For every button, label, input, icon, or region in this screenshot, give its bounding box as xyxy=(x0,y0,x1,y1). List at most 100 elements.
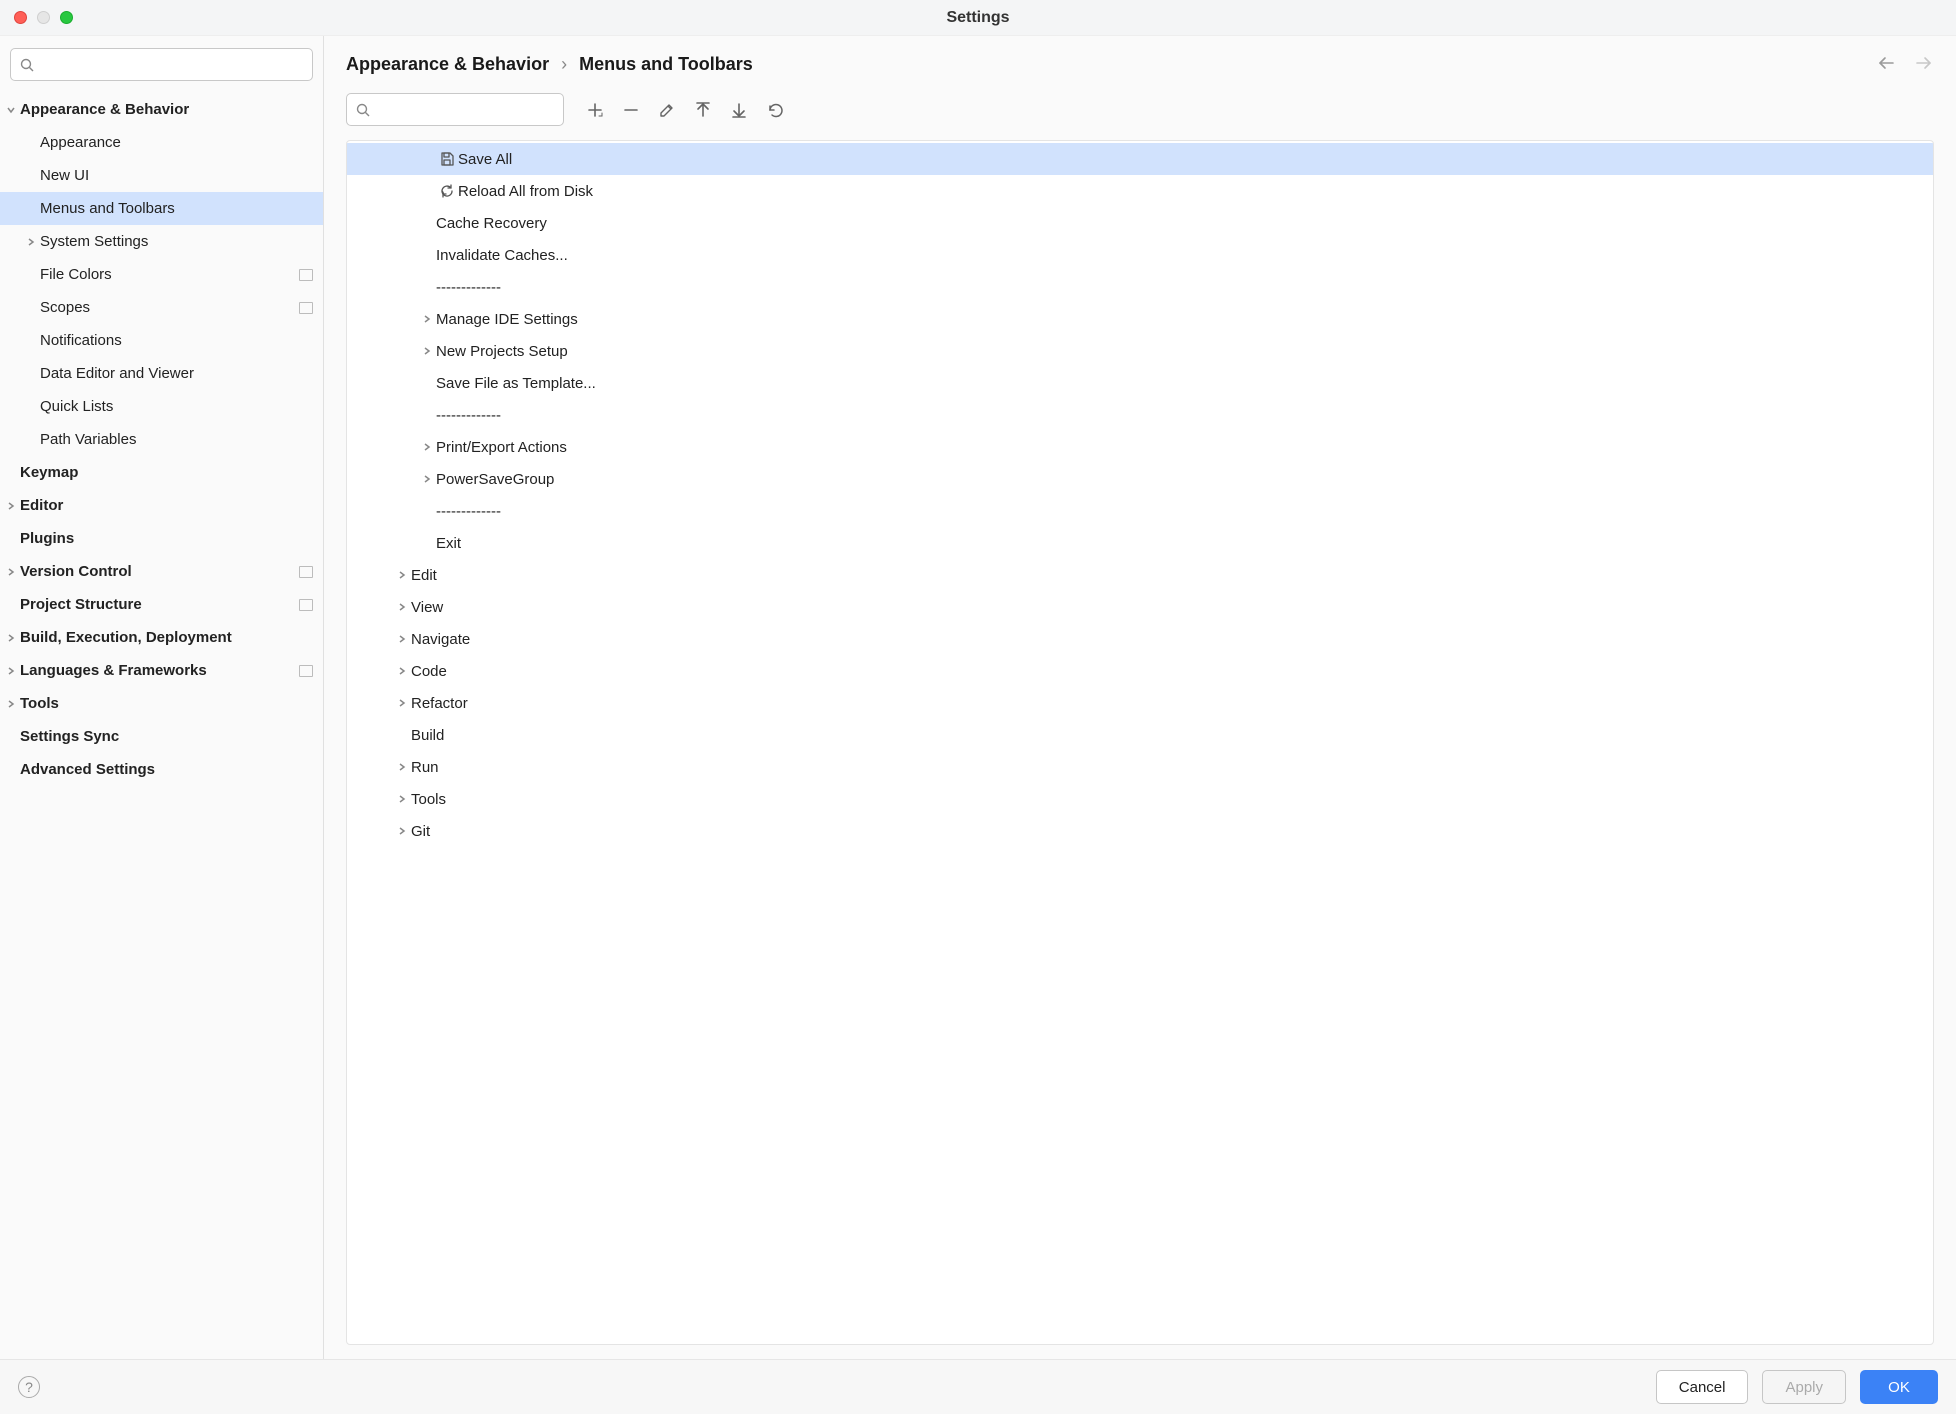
tree-row[interactable]: Invalidate Caches... xyxy=(347,239,1933,271)
tree-row-label: Refactor xyxy=(411,695,468,712)
save-icon xyxy=(436,151,458,167)
nav-forward-button[interactable] xyxy=(1914,55,1934,75)
window-close-button[interactable] xyxy=(14,11,27,24)
nav-item-label: Editor xyxy=(20,497,313,514)
search-icon xyxy=(19,57,35,73)
revert-button[interactable] xyxy=(764,99,786,121)
tree-row[interactable]: Manage IDE Settings xyxy=(347,303,1933,335)
nav-item[interactable]: Settings Sync xyxy=(0,720,323,753)
nav-item[interactable]: Data Editor and Viewer xyxy=(0,357,323,390)
nav-item[interactable]: Notifications xyxy=(0,324,323,357)
window-minimize-button[interactable] xyxy=(37,11,50,24)
undo-icon xyxy=(766,101,784,119)
tree-row[interactable]: ------------- xyxy=(347,399,1933,431)
add-button[interactable] xyxy=(584,99,606,121)
chevron-icon xyxy=(393,762,411,772)
tree-row[interactable]: Edit xyxy=(347,559,1933,591)
tree-row-label: Edit xyxy=(411,567,437,584)
nav-item[interactable]: Appearance xyxy=(0,126,323,159)
tree-row-label: Print/Export Actions xyxy=(436,439,567,456)
titlebar: Settings xyxy=(0,0,1956,36)
move-down-button[interactable] xyxy=(728,99,750,121)
nav-item[interactable]: Project Structure xyxy=(0,588,323,621)
project-scope-icon xyxy=(299,302,313,314)
nav-item[interactable]: Editor xyxy=(0,489,323,522)
window-title: Settings xyxy=(946,9,1009,27)
nav-item[interactable]: Path Variables xyxy=(0,423,323,456)
nav-item-label: Menus and Toolbars xyxy=(40,200,313,217)
tree-row[interactable]: View xyxy=(347,591,1933,623)
chevron-icon xyxy=(418,442,436,452)
tree-row-label: Tools xyxy=(411,791,446,808)
tree-search[interactable] xyxy=(346,93,564,126)
tree-row[interactable]: Cache Recovery xyxy=(347,207,1933,239)
breadcrumb-page: Menus and Toolbars xyxy=(579,54,753,75)
tree-row-label: Exit xyxy=(436,535,461,552)
tree-row[interactable]: ------------- xyxy=(347,271,1933,303)
nav-item-label: New UI xyxy=(40,167,313,184)
nav-item[interactable]: Build, Execution, Deployment xyxy=(0,621,323,654)
tree-row-label: Manage IDE Settings xyxy=(436,311,578,328)
tree-row-label: Build xyxy=(411,727,444,744)
arrow-left-icon xyxy=(1876,55,1896,71)
nav-item[interactable]: File Colors xyxy=(0,258,323,291)
tree-separator: ------------- xyxy=(436,503,501,520)
nav-item[interactable]: New UI xyxy=(0,159,323,192)
tree-row-label: Save All xyxy=(458,151,512,168)
nav-item[interactable]: System Settings xyxy=(0,225,323,258)
chevron-icon xyxy=(2,633,20,643)
tree-row[interactable]: New Projects Setup xyxy=(347,335,1933,367)
cancel-button[interactable]: Cancel xyxy=(1656,1370,1749,1404)
help-button[interactable]: ? xyxy=(18,1376,40,1398)
nav-item-label: Appearance & Behavior xyxy=(20,101,313,118)
nav-item[interactable]: Tools xyxy=(0,687,323,720)
nav-item-label: System Settings xyxy=(40,233,313,250)
tree-row[interactable]: Print/Export Actions xyxy=(347,431,1933,463)
nav-item[interactable]: Version Control xyxy=(0,555,323,588)
window-zoom-button[interactable] xyxy=(60,11,73,24)
nav-item[interactable]: Menus and Toolbars xyxy=(0,192,323,225)
tree-row[interactable]: Build xyxy=(347,719,1933,751)
arrow-up-icon xyxy=(694,101,712,119)
tree-row-label: Cache Recovery xyxy=(436,215,547,232)
nav-item-label: Version Control xyxy=(20,563,299,580)
tree-row[interactable]: Exit xyxy=(347,527,1933,559)
nav-item[interactable]: Advanced Settings xyxy=(0,753,323,786)
tree-row[interactable]: Git xyxy=(347,815,1933,847)
tree-row[interactable]: Refactor xyxy=(347,687,1933,719)
tree-row[interactable]: Reload All from Disk xyxy=(347,175,1933,207)
settings-search[interactable] xyxy=(10,48,313,81)
edit-button[interactable] xyxy=(656,99,678,121)
nav-item-label: Data Editor and Viewer xyxy=(40,365,313,382)
move-up-button[interactable] xyxy=(692,99,714,121)
project-scope-icon xyxy=(299,269,313,281)
ok-button[interactable]: OK xyxy=(1860,1370,1938,1404)
nav-item[interactable]: Quick Lists xyxy=(0,390,323,423)
tree-row[interactable]: PowerSaveGroup xyxy=(347,463,1933,495)
nav-item[interactable]: Languages & Frameworks xyxy=(0,654,323,687)
tree-row[interactable]: Save All xyxy=(347,143,1933,175)
nav-back-button[interactable] xyxy=(1876,55,1896,75)
tree-row[interactable]: Navigate xyxy=(347,623,1933,655)
apply-button[interactable]: Apply xyxy=(1762,1370,1846,1404)
remove-button[interactable] xyxy=(620,99,642,121)
tree-search-input[interactable] xyxy=(375,101,574,118)
nav-item-label: Notifications xyxy=(40,332,313,349)
nav-item[interactable]: Plugins xyxy=(0,522,323,555)
menu-tree[interactable]: Save All Reload All from Disk Cache Recove… xyxy=(346,140,1934,1345)
tree-row[interactable]: Tools xyxy=(347,783,1933,815)
nav-item[interactable]: Scopes xyxy=(0,291,323,324)
chevron-icon xyxy=(393,634,411,644)
question-icon: ? xyxy=(25,1379,33,1395)
chevron-icon xyxy=(393,698,411,708)
settings-search-input[interactable] xyxy=(39,56,304,73)
settings-nav-tree[interactable]: Appearance & Behavior Appearance New UI Men… xyxy=(0,89,323,1359)
footer: ? Cancel Apply OK xyxy=(0,1359,1956,1414)
tree-row[interactable]: Code xyxy=(347,655,1933,687)
chevron-icon xyxy=(2,501,20,511)
nav-item[interactable]: Keymap xyxy=(0,456,323,489)
tree-row[interactable]: ------------- xyxy=(347,495,1933,527)
tree-row[interactable]: Save File as Template... xyxy=(347,367,1933,399)
tree-row[interactable]: Run xyxy=(347,751,1933,783)
nav-item[interactable]: Appearance & Behavior xyxy=(0,93,323,126)
